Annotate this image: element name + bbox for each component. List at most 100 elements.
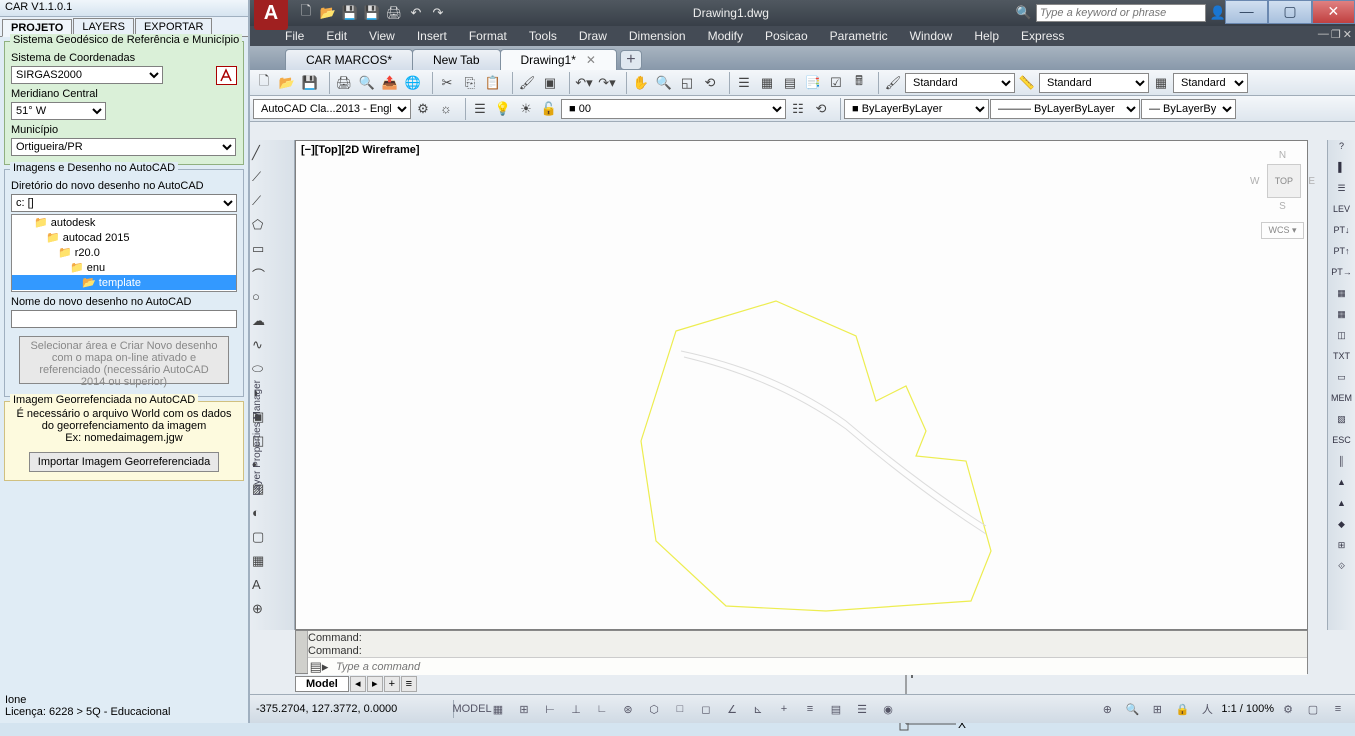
save-icon[interactable]: 💾 <box>340 3 360 23</box>
menu-draw[interactable]: Draw <box>579 29 607 43</box>
otrack-icon[interactable]: ∠ <box>721 698 743 720</box>
sb-r3-icon[interactable]: ⊞ <box>1146 698 1168 720</box>
b8-icon[interactable]: ▲ <box>1331 498 1353 518</box>
esc-icon[interactable]: ESC <box>1331 435 1353 455</box>
pline-icon[interactable]: ⟋ <box>251 192 273 214</box>
meridian-select[interactable]: 51° W <box>11 102 106 120</box>
menu-tools[interactable]: Tools <box>529 29 557 43</box>
search-input[interactable] <box>1036 4 1206 22</box>
dyn-icon[interactable]: + <box>773 698 795 720</box>
layer-states-icon[interactable]: ☷ <box>787 98 809 120</box>
close-button[interactable]: ✕ <box>1312 0 1355 24</box>
menu-insert[interactable]: Insert <box>417 29 447 43</box>
viewcube[interactable]: N W TOP E S WCS ▾ <box>1250 150 1315 270</box>
brush-icon[interactable]: 🖌 <box>882 72 904 94</box>
menu-express[interactable]: Express <box>1021 29 1064 43</box>
b7-icon[interactable]: ▲ <box>1331 477 1353 497</box>
3ddwf-icon[interactable]: 🌐 <box>402 72 424 94</box>
polygon-icon[interactable]: ⬠ <box>251 216 273 238</box>
table-style-select[interactable]: Standard <box>1173 73 1248 93</box>
undo-icon[interactable]: ↶▾ <box>573 72 595 94</box>
viewcube-s[interactable]: S <box>1250 201 1315 212</box>
lev-icon[interactable]: LEV <box>1331 204 1353 224</box>
polar-icon[interactable]: ⊛ <box>617 698 639 720</box>
lock-icon[interactable]: 🔓 <box>538 98 560 120</box>
redo-icon[interactable]: ↷▾ <box>596 72 618 94</box>
layer-select[interactable]: ■ 00 <box>561 99 786 119</box>
color-select[interactable]: ■ ByLayerByLayer <box>844 99 989 119</box>
new-icon[interactable]: 🗋 <box>253 72 275 94</box>
menu-dimension[interactable]: Dimension <box>629 29 686 43</box>
sb-gear-icon[interactable]: ⚙ <box>1277 698 1299 720</box>
layout-scroll-right-icon[interactable]: ▸ <box>367 676 383 692</box>
tree-item[interactable]: 📁 enu <box>12 260 236 275</box>
qp-icon[interactable]: ☰ <box>851 698 873 720</box>
matchprop-icon[interactable]: 🖌 <box>516 72 538 94</box>
text-style-select[interactable]: Standard <box>905 73 1015 93</box>
xline-icon[interactable]: ⟋ <box>251 168 273 190</box>
gear-icon[interactable]: ⚙ <box>412 98 434 120</box>
sb-r5-icon[interactable]: 人 <box>1196 698 1218 720</box>
mtext-icon[interactable]: A <box>251 576 273 598</box>
model-button[interactable]: MODEL <box>461 698 483 720</box>
line-icon[interactable]: ╱ <box>251 144 273 166</box>
layer1-icon[interactable]: ☰ <box>1331 183 1353 203</box>
bulb-icon[interactable]: 💡 <box>492 98 514 120</box>
viewcube-e[interactable]: E <box>1308 176 1315 187</box>
zoomprev-icon[interactable]: ⟲ <box>699 72 721 94</box>
pt2-icon[interactable]: PT↑ <box>1331 246 1353 266</box>
folder-tree[interactable]: 📁 autodesk 📁 autocad 2015 📁 r20.0 📁 enu … <box>11 214 237 292</box>
menu-edit[interactable]: Edit <box>326 29 347 43</box>
viewcube-top[interactable]: TOP <box>1267 164 1301 198</box>
open-icon[interactable]: 📂 <box>318 3 338 23</box>
sb-r1-icon[interactable]: ⊕ <box>1096 698 1118 720</box>
b4-icon[interactable]: ▭ <box>1331 372 1353 392</box>
viewcube-wcs[interactable]: WCS ▾ <box>1261 222 1303 239</box>
3dosnap-icon[interactable]: ◻ <box>695 698 717 720</box>
lineweight-select[interactable]: — ByLayerByLayer <box>1141 99 1236 119</box>
file-tab[interactable]: CAR MARCOS* <box>285 49 413 70</box>
zoom-icon[interactable]: 🔍 <box>653 72 675 94</box>
mdi-min-icon[interactable]: — <box>1318 28 1329 41</box>
tpy-icon[interactable]: ▤ <box>825 698 847 720</box>
layout-scroll-left-icon[interactable]: ◂ <box>350 676 366 692</box>
txt-icon[interactable]: TXT <box>1331 351 1353 371</box>
workspace-select[interactable]: AutoCAD Cla...2013 - Englisl <box>253 99 411 119</box>
import-georef-button[interactable]: Importar Imagem Georreferenciada <box>29 452 219 472</box>
sb-r4-icon[interactable]: 🔒 <box>1171 698 1193 720</box>
layout-list-icon[interactable]: ≡ <box>401 676 417 692</box>
menu-modify[interactable]: Modify <box>708 29 743 43</box>
undo-icon[interactable]: ↶ <box>406 3 426 23</box>
saveas-icon[interactable]: 💾 <box>362 3 382 23</box>
menu-help[interactable]: Help <box>974 29 999 43</box>
layer-mgr-palette-label[interactable]: Layer Properties Manager <box>252 380 263 496</box>
iso-icon[interactable]: ⬡ <box>643 698 665 720</box>
cmd-drag-handle[interactable] <box>296 631 308 673</box>
view-control-label[interactable]: [−][Top][2D Wireframe] <box>301 144 420 156</box>
scale-readout[interactable]: 1:1 / 100% <box>1221 703 1274 715</box>
region-icon[interactable]: ▢ <box>251 528 273 550</box>
command-input[interactable] <box>330 661 1307 673</box>
autocad-logo-icon[interactable] <box>216 66 237 85</box>
tree-item[interactable]: 📁 autodesk <box>12 215 236 230</box>
viewcube-n[interactable]: N <box>1250 150 1315 161</box>
dcenter-icon[interactable]: ▦ <box>756 72 778 94</box>
tree-item[interactable]: 📁 autocad 2015 <box>12 230 236 245</box>
open-icon[interactable]: 📂 <box>276 72 298 94</box>
tab-close-icon[interactable]: ✕ <box>586 53 596 67</box>
b5-icon[interactable]: ▧ <box>1331 414 1353 434</box>
pt1-icon[interactable]: PT↓ <box>1331 225 1353 245</box>
app-menu-icon[interactable]: A <box>254 0 288 30</box>
blockeditor-icon[interactable]: ▣ <box>539 72 561 94</box>
sc-icon[interactable]: ◉ <box>877 698 899 720</box>
search-icon[interactable]: 🔍 <box>1014 3 1034 23</box>
lwt-icon[interactable]: ≡ <box>799 698 821 720</box>
ortho-icon[interactable]: ∟ <box>591 698 613 720</box>
linetype-select[interactable]: ——— ByLayerByLayer <box>990 99 1140 119</box>
drawing-name-input[interactable] <box>11 310 237 328</box>
layer-mgr-icon[interactable]: ☰ <box>469 98 491 120</box>
coord-system-select[interactable]: SIRGAS2000 <box>11 66 163 84</box>
b10-icon[interactable]: ⊞ <box>1331 540 1353 560</box>
select-area-button[interactable]: Selecionar área e Criar Novo desenho com… <box>19 336 229 384</box>
new-icon[interactable]: 🗋 <box>296 3 316 23</box>
